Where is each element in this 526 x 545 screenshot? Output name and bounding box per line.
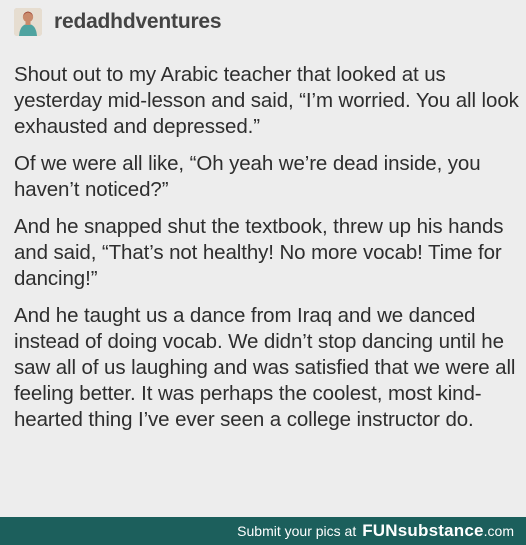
footer-submit-text: Submit your pics at <box>237 523 357 539</box>
post-body: Shout out to my Arabic teacher that look… <box>14 62 519 444</box>
avatar-icon[interactable] <box>14 8 42 36</box>
footer-brand-suffix: .com <box>483 523 514 539</box>
post-paragraph: Shout out to my Arabic teacher that look… <box>14 63 519 138</box>
post-paragraph: And he taught us a dance from Iraq and w… <box>14 304 516 431</box>
username[interactable]: redadhdventures <box>54 10 222 34</box>
footer-brand[interactable]: FUNsubstance <box>362 521 483 541</box>
tumblr-post: redadhdventures Shout out to my Arabic t… <box>0 0 526 517</box>
watermark-footer: Submit your pics at FUNsubstance .com <box>0 517 526 545</box>
post-header: redadhdventures <box>14 6 222 38</box>
post-paragraph: And he snapped shut the textbook, threw … <box>14 215 504 290</box>
post-paragraph: Of we were all like, “Oh yeah we’re dead… <box>14 152 481 201</box>
